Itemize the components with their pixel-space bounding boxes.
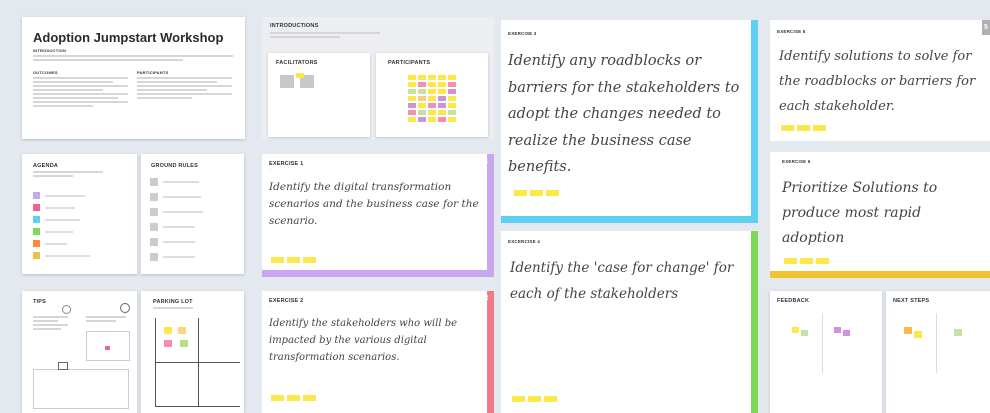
workshop-title: Adoption Jumpstart Workshop <box>33 30 224 45</box>
participants-text-lines <box>137 77 232 101</box>
workshop-intro-card[interactable]: Adoption Jumpstart Workshop INTRODUCTION… <box>22 17 245 139</box>
outcomes-label: OUTCOMES <box>33 70 58 75</box>
sticky-notes <box>271 395 316 401</box>
introductions-text <box>270 32 380 40</box>
exercise-number-badge: 4 <box>747 236 751 244</box>
exercise-label: EXERCISE 3 <box>508 31 537 36</box>
exercise-duration: ◔ <box>269 168 271 172</box>
exercise-4-card[interactable]: EXCERCISE 4 ◔ Identify the 'case for cha… <box>501 231 758 413</box>
exercise-label: EXERCISE 6 <box>782 159 811 164</box>
agenda-list <box>33 192 90 264</box>
tips-text <box>86 316 126 324</box>
intro-text-lines <box>33 55 233 63</box>
participants-title: PARTICIPANTS <box>388 60 431 66</box>
zoom-icon <box>62 305 71 314</box>
facilitators-panel[interactable]: FACILITATORS <box>268 53 370 137</box>
feedback-title: FEEDBACK <box>777 298 810 304</box>
exercise-number-badge: 3 <box>747 25 751 33</box>
exercise-label: EXCERCISE 4 <box>508 239 540 244</box>
next-steps-title: NEXT STEPS <box>893 298 930 304</box>
exercise-prompt: Identify the stakeholders who will be im… <box>269 318 458 363</box>
parking-lot-card[interactable]: PARKING LOT <box>141 291 244 413</box>
exercise-number-badge: 1 <box>484 158 489 165</box>
exercise-label: EXERCISE 5 <box>777 29 806 34</box>
exercise-prompt: Prioritize Solutions to produce most rap… <box>782 180 938 246</box>
tips-text <box>33 316 68 332</box>
exercise-5-card[interactable]: EXERCISE 5 ◔ Identify solutions to solve… <box>770 20 990 141</box>
outcomes-text-lines <box>33 77 128 109</box>
feedback-sticky <box>834 327 841 333</box>
sticky-notes <box>271 257 316 263</box>
feedback-sticky <box>792 327 799 333</box>
next-steps-sticky <box>954 329 962 336</box>
agenda-title: AGENDA <box>33 163 59 169</box>
next-steps-sticky <box>904 327 912 334</box>
facilitators-title: FACILITATORS <box>276 60 318 66</box>
ground-rules-title: GROUND RULES <box>151 163 199 169</box>
parking-lot-title: PARKING LOT <box>153 299 193 305</box>
exercise-label: EXERCISE 1 <box>269 161 304 167</box>
sticky-notes <box>512 396 557 402</box>
exercise-1-card[interactable]: EXERCISE 1 ◔ Identify the digital transf… <box>262 154 494 277</box>
introductions-frame[interactable]: INTRODUCTIONS FACILITATORS PARTICIPANTS <box>262 17 494 139</box>
next-steps-card[interactable]: NEXT STEPS <box>886 291 990 413</box>
exercise-prompt: Identify solutions to solve for the road… <box>779 49 976 114</box>
next-steps-sticky <box>914 331 922 338</box>
facilitator-avatar <box>280 75 294 88</box>
parking-lot-grid <box>155 318 240 407</box>
feedback-sticky <box>801 330 808 336</box>
next-steps-divider <box>936 313 937 373</box>
exercise-number-badge: 2 <box>484 295 489 302</box>
tips-title: TIPS <box>33 299 47 305</box>
feedback-divider <box>822 313 823 373</box>
parking-lot-text <box>153 307 193 311</box>
exercise-duration: ◔ <box>508 246 510 250</box>
exercise-2-card[interactable]: EXERCISE 2 ◔ Identify the stakeholders w… <box>262 291 494 413</box>
sticky-notes <box>781 125 826 131</box>
exercise-number-badge: 5 <box>982 20 990 35</box>
exercise-6-card[interactable]: EXERCISE 6 ◔ Prioritize Solutions to pro… <box>770 152 990 278</box>
agenda-card[interactable]: AGENDA <box>22 154 137 274</box>
tips-card[interactable]: TIPS <box>22 291 137 413</box>
exercise-duration: ◔ <box>269 305 271 309</box>
tips-screenshot <box>86 331 130 361</box>
introduction-label: INTRODUCTION <box>33 48 67 53</box>
feedback-card[interactable]: FEEDBACK <box>770 291 882 413</box>
ground-rules-card[interactable]: GROUND RULES <box>141 154 244 274</box>
participant-sticky-grid <box>408 75 456 122</box>
participants-label: PARTICIPANTS <box>137 70 169 75</box>
introductions-title: INTRODUCTIONS <box>270 23 319 29</box>
exercise-number-badge: 6 <box>984 156 988 163</box>
help-icon <box>120 303 130 313</box>
sticky-notes <box>514 190 559 196</box>
exercise-prompt: Identify any roadblocks or barriers for … <box>508 53 740 175</box>
exercise-duration: ◔ <box>508 37 510 41</box>
exercise-3-card[interactable]: EXERCISE 3 ◔ Identify any roadblocks or … <box>501 20 758 223</box>
tips-screenshot <box>33 362 129 409</box>
exercise-duration: ◔ <box>777 35 779 39</box>
exercise-prompt: Identify the 'case for change' for each … <box>510 260 734 302</box>
agenda-text <box>33 171 103 179</box>
participants-panel[interactable]: PARTICIPANTS <box>376 53 488 137</box>
facilitator-note <box>296 73 304 78</box>
exercise-duration: ◔ <box>782 165 784 169</box>
exercise-prompt: Identify the digital transformation scen… <box>269 181 479 227</box>
feedback-sticky <box>843 330 850 336</box>
ground-rules-list <box>150 178 203 268</box>
sticky-notes <box>784 258 829 264</box>
exercise-label: EXERCISE 2 <box>269 298 304 304</box>
